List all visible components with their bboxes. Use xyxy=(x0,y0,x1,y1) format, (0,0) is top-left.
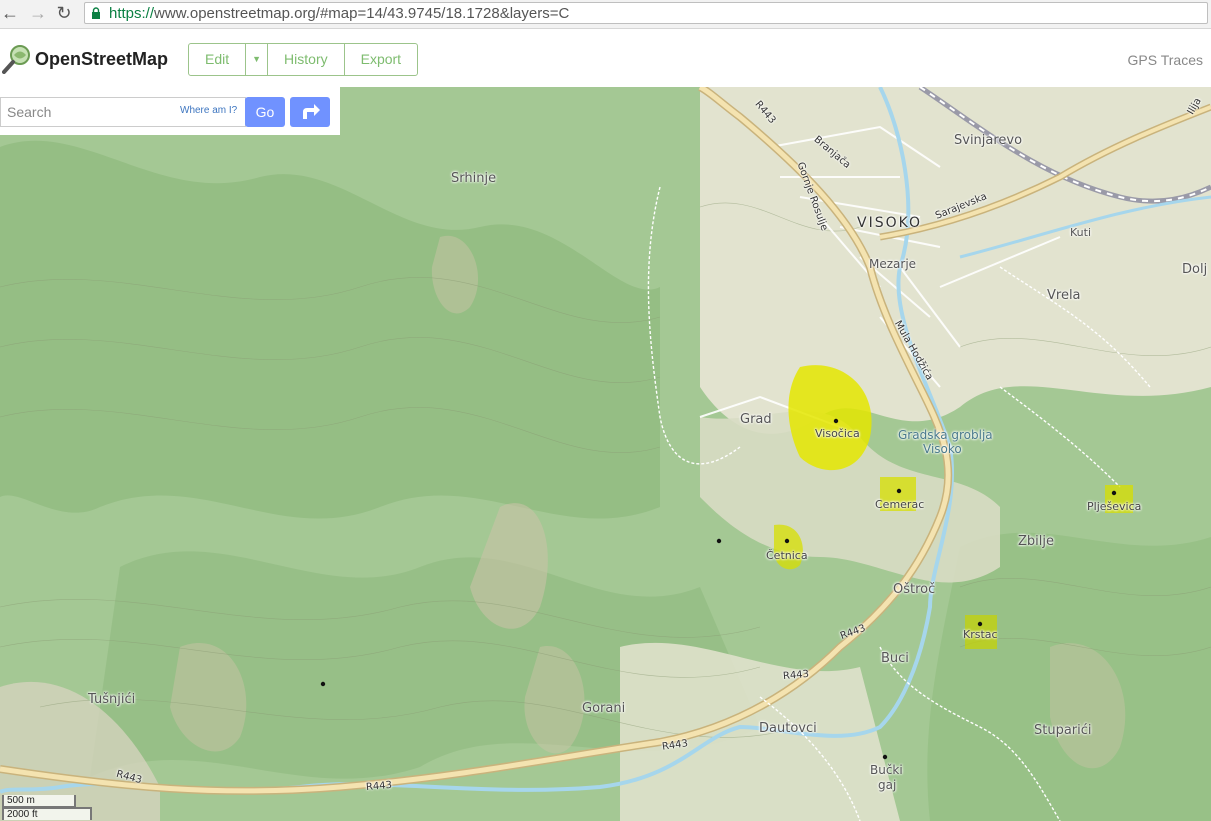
site-header: OpenStreetMap Edit ▼ History Export GPS … xyxy=(0,29,1211,87)
place-label-svinjarevo: Svinjarevo xyxy=(954,133,1023,148)
place-label-gradska-groblja: Gradska groblja xyxy=(898,428,993,442)
road-label-r443-south: R443 xyxy=(365,779,393,794)
search-panel: Where am I? Go xyxy=(0,87,340,135)
map-canvas[interactable]: Srhinje Svinjarevo VISOKO Mezarje Kuti D… xyxy=(0,87,1211,821)
place-label-kuti: Kuti xyxy=(1070,226,1092,239)
place-label-buci: Buci xyxy=(881,651,909,666)
town-label-visoko: VISOKO xyxy=(857,215,923,231)
address-bar[interactable]: https://www.openstreetmap.org/#map=14/43… xyxy=(84,2,1208,24)
place-label-gorani: Gorani xyxy=(582,701,626,716)
peak-label-krstac: Krstac xyxy=(963,628,998,641)
directions-button[interactable] xyxy=(290,97,330,127)
peak-label-cetnica: Četnica xyxy=(766,549,808,562)
url-text: https://www.openstreetmap.org/#map=14/43… xyxy=(109,5,569,22)
scale-bar: 500 m 2000 ft xyxy=(0,795,92,821)
place-label-zbilje: Zbilje xyxy=(1018,534,1054,549)
edit-button[interactable]: Edit xyxy=(189,44,247,75)
place-label-tusnjici: Tušnjići xyxy=(88,692,136,707)
road-label-r443-buci: R443 xyxy=(782,668,810,683)
lock-icon xyxy=(92,7,100,19)
place-label-ostroc: Oštroč xyxy=(893,582,936,597)
where-am-i-link[interactable]: Where am I? xyxy=(180,105,237,116)
place-label-srhinje: Srhinje xyxy=(451,171,497,186)
peak-label-pljesevica: Plješevica xyxy=(1087,500,1142,513)
osm-magnifier-logo-icon[interactable] xyxy=(2,44,32,74)
place-label-dautovci: Dautovci xyxy=(759,721,817,736)
directions-arrow-icon xyxy=(303,104,320,119)
gps-traces-link[interactable]: GPS Traces xyxy=(1128,52,1203,68)
url-path: www.openstreetmap.org/#map=14/43.9745/18… xyxy=(154,5,570,22)
place-label-dolj: Dolj xyxy=(1182,262,1208,277)
reload-icon[interactable]: ↻ xyxy=(54,3,74,23)
url-scheme: https:// xyxy=(109,5,155,22)
place-label-gradska-groblja-visoko: Visoko xyxy=(923,442,962,456)
peak-label-visocica: Visočica xyxy=(815,427,860,440)
scale-imperial: 2000 ft xyxy=(2,807,92,820)
browser-toolbar: ← → ↻ https://www.openstreetmap.org/#map… xyxy=(0,0,1211,29)
edit-dropdown-chevron-icon[interactable]: ▼ xyxy=(246,44,269,75)
export-button[interactable]: Export xyxy=(345,44,417,75)
brand-title[interactable]: OpenStreetMap xyxy=(35,49,168,70)
edit-toolbar: Edit ▼ History Export xyxy=(188,43,419,76)
place-label-stuparici: Stuparići xyxy=(1034,723,1092,738)
peak-label-cemerac: Cemerac xyxy=(875,498,925,511)
go-button[interactable]: Go xyxy=(245,97,285,127)
place-label-mezarje: Mezarje xyxy=(869,257,917,271)
history-button[interactable]: History xyxy=(268,44,345,75)
place-label-grad: Grad xyxy=(740,412,772,427)
place-label-bucki-gaj-line2: gaj xyxy=(878,778,897,792)
place-label-vrela: Vrela xyxy=(1047,288,1081,303)
forward-arrow-icon[interactable]: → xyxy=(28,3,48,23)
place-label-bucki-gaj-line1: Bučki xyxy=(870,763,903,777)
back-arrow-icon[interactable]: ← xyxy=(0,3,20,23)
